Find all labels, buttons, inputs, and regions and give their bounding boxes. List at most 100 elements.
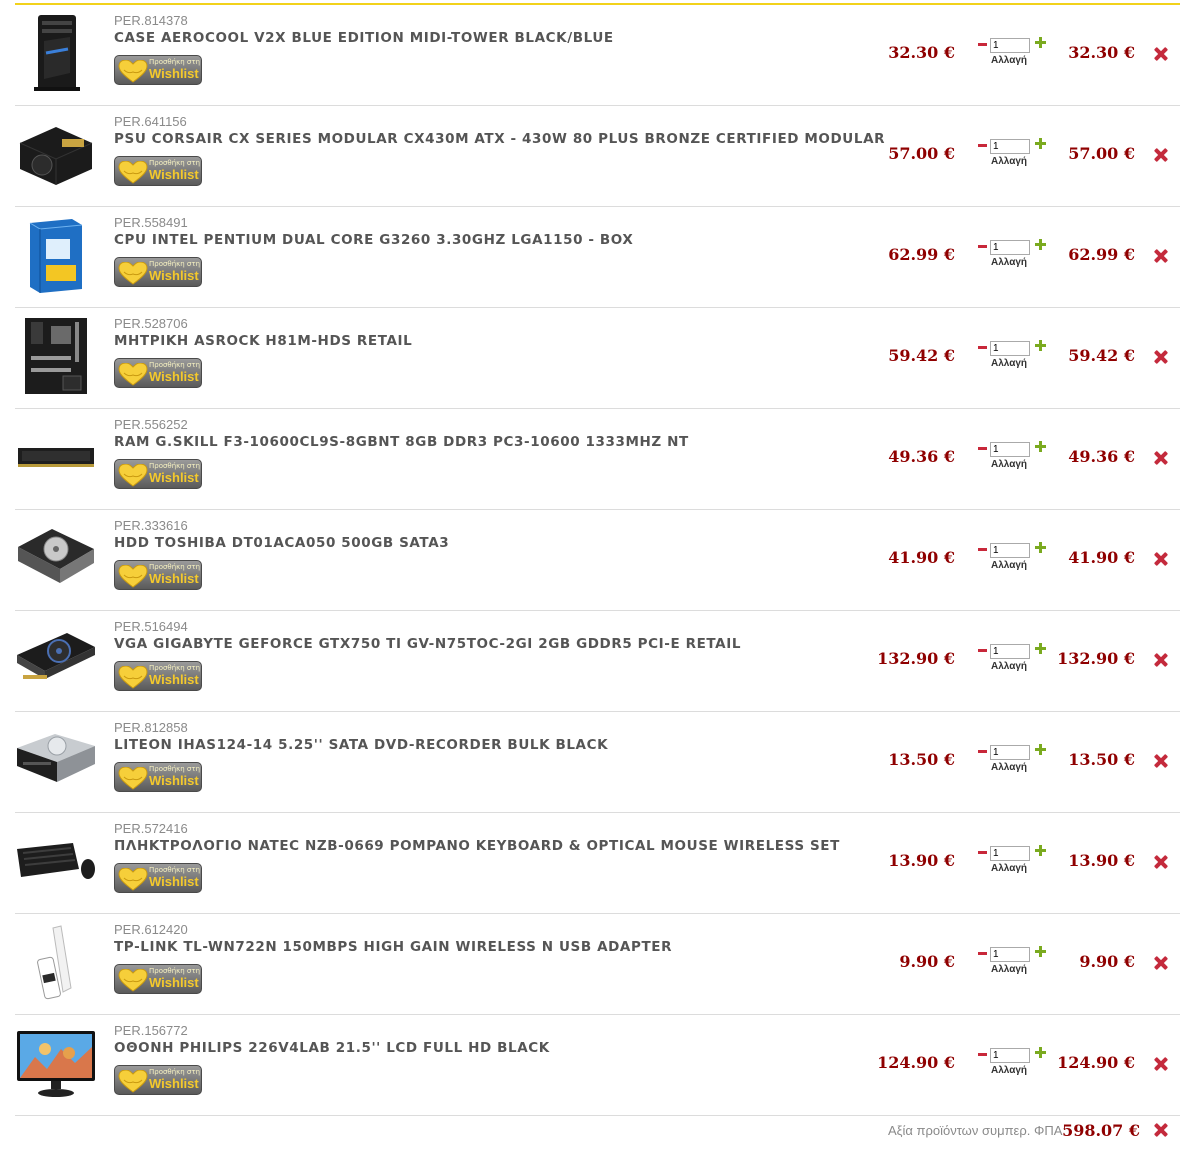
product-name-link[interactable]: VGA GIGABYTE GEFORCE GTX750 TI GV-N75TOC… (114, 636, 741, 652)
cart-row: PER.814378 CASE AEROCOOL V2X BLUE EDITIO… (15, 5, 1180, 106)
decrease-quantity-button[interactable] (977, 945, 987, 959)
product-thumbnail[interactable] (15, 213, 97, 297)
heart-icon (118, 363, 148, 386)
product-name-link[interactable]: PSU CORSAIR CX SERIES MODULAR CX430M ATX… (114, 131, 885, 147)
product-thumbnail[interactable] (15, 718, 97, 802)
product-thumbnail[interactable] (15, 1021, 97, 1105)
product-name-link[interactable]: CPU INTEL PENTIUM DUAL CORE G3260 3.30GH… (114, 232, 633, 248)
remove-item-icon[interactable] (1154, 552, 1168, 566)
summary-label: Αξία προϊόντων συμπερ. ΦΠΑ: (888, 1123, 1066, 1138)
product-thumbnail[interactable] (15, 112, 97, 196)
product-name-link[interactable]: CASE AEROCOOL V2X BLUE EDITION MIDI-TOWE… (114, 30, 614, 46)
decrease-quantity-button[interactable] (977, 238, 987, 252)
add-to-wishlist-button[interactable]: Προσθήκη στη Wishlist (114, 964, 202, 994)
add-to-wishlist-button[interactable]: Προσθήκη στη Wishlist (114, 459, 202, 489)
product-thumbnail[interactable] (15, 516, 97, 600)
product-thumbnail[interactable] (15, 314, 97, 398)
product-thumbnail[interactable] (15, 11, 97, 95)
add-to-wishlist-button[interactable]: Προσθήκη στη Wishlist (114, 358, 202, 388)
product-thumbnail[interactable] (15, 920, 97, 1004)
row-total: 13.90 € (1068, 851, 1135, 870)
decrease-quantity-button[interactable] (977, 137, 987, 151)
add-to-wishlist-button[interactable]: Προσθήκη στη Wishlist (114, 661, 202, 691)
cart-summary: Αξία προϊόντων συμπερ. ΦΠΑ: 598.07 € (15, 1112, 1180, 1148)
summary-total: 598.07 € (1062, 1121, 1140, 1140)
product-name-link[interactable]: ΜΗΤΡΙΚΗ ASROCK H81M-HDS RETAIL (114, 333, 412, 349)
wishlist-small-label: Προσθήκη στη (149, 462, 201, 470)
product-thumbnail[interactable] (15, 617, 97, 701)
cart-row: PER.556252 RAM G.SKILL F3-10600CL9S-8GBN… (15, 409, 1180, 510)
add-to-wishlist-button[interactable]: Προσθήκη στη Wishlist (114, 156, 202, 186)
wishlist-label: Wishlist (149, 571, 199, 586)
unit-price: 132.90 € (877, 649, 955, 668)
remove-item-icon[interactable] (1154, 1057, 1168, 1071)
row-total: 124.90 € (1057, 1053, 1135, 1072)
cart-row: PER.572416 ΠΛΗΚΤΡΟΛΟΓΙΟ NATEC NZB-0669 P… (15, 813, 1180, 914)
cpu-box-icon (29, 219, 83, 293)
wishlist-small-label: Προσθήκη στη (149, 866, 201, 874)
clear-cart-icon[interactable] (1154, 1123, 1168, 1137)
product-code: PER.572416 (114, 821, 188, 836)
product-thumbnail[interactable] (15, 819, 97, 903)
remove-item-icon[interactable] (1154, 451, 1168, 465)
product-name-link[interactable]: ΟΘΟΝΗ PHILIPS 226V4LAB 21.5'' LCD FULL H… (114, 1040, 550, 1056)
cart-row: PER.612420 TP-LINK TL-WN722N 150MBPS HIG… (15, 914, 1180, 1015)
product-code: PER.516494 (114, 619, 188, 634)
usb-wifi-adapter-icon (37, 925, 72, 1000)
cart-row: PER.558491 CPU INTEL PENTIUM DUAL CORE G… (15, 207, 1180, 308)
row-total: 57.00 € (1068, 144, 1135, 163)
row-total: 59.42 € (1068, 346, 1135, 365)
decrease-quantity-button[interactable] (977, 36, 987, 50)
decrease-quantity-button[interactable] (977, 743, 987, 757)
wishlist-label: Wishlist (149, 268, 199, 283)
product-name-link[interactable]: LITEON IHAS124-14 5.25'' SATA DVD-RECORD… (114, 737, 608, 753)
decrease-quantity-button[interactable] (977, 440, 987, 454)
remove-item-icon[interactable] (1154, 653, 1168, 667)
unit-price: 62.99 € (888, 245, 955, 264)
decrease-quantity-button[interactable] (977, 642, 987, 656)
row-total: 32.30 € (1068, 43, 1135, 62)
unit-price: 57.00 € (888, 144, 955, 163)
unit-price: 59.42 € (888, 346, 955, 365)
add-to-wishlist-button[interactable]: Προσθήκη στη Wishlist (114, 863, 202, 893)
add-to-wishlist-button[interactable]: Προσθήκη στη Wishlist (114, 762, 202, 792)
product-thumbnail[interactable] (15, 415, 97, 499)
product-code: PER.156772 (114, 1023, 188, 1038)
product-name-link[interactable]: TP-LINK TL-WN722N 150MBPS HIGH GAIN WIRE… (114, 939, 672, 955)
heart-icon (118, 1070, 148, 1093)
wishlist-label: Wishlist (149, 66, 199, 81)
product-name-link[interactable]: RAM G.SKILL F3-10600CL9S-8GBNT 8GB DDR3 … (114, 434, 689, 450)
unit-price: 124.90 € (877, 1053, 955, 1072)
product-code: PER.641156 (114, 114, 187, 129)
motherboard-icon (25, 318, 87, 394)
product-name-link[interactable]: ΠΛΗΚΤΡΟΛΟΓΙΟ NATEC NZB-0669 POMPANO KEYB… (114, 838, 840, 854)
add-to-wishlist-button[interactable]: Προσθήκη στη Wishlist (114, 560, 202, 590)
decrease-quantity-button[interactable] (977, 844, 987, 858)
wishlist-label: Wishlist (149, 470, 199, 485)
row-total: 13.50 € (1068, 750, 1135, 769)
remove-item-icon[interactable] (1154, 249, 1168, 263)
remove-item-icon[interactable] (1154, 148, 1168, 162)
add-to-wishlist-button[interactable]: Προσθήκη στη Wishlist (114, 257, 202, 287)
heart-icon (118, 666, 148, 689)
wishlist-label: Wishlist (149, 773, 199, 788)
product-name-link[interactable]: HDD TOSHIBA DT01ACA050 500GB SATA3 (114, 535, 449, 551)
add-to-wishlist-button[interactable]: Προσθήκη στη Wishlist (114, 1065, 202, 1095)
wishlist-label: Wishlist (149, 1076, 199, 1091)
remove-item-icon[interactable] (1154, 350, 1168, 364)
cart-row: PER.641156 PSU CORSAIR CX SERIES MODULAR… (15, 106, 1180, 207)
remove-item-icon[interactable] (1154, 754, 1168, 768)
row-total: 132.90 € (1057, 649, 1135, 668)
power-supply-icon (19, 127, 93, 185)
add-to-wishlist-button[interactable]: Προσθήκη στη Wishlist (114, 55, 202, 85)
remove-item-icon[interactable] (1154, 47, 1168, 61)
decrease-quantity-button[interactable] (977, 339, 987, 353)
unit-price: 9.90 € (899, 952, 955, 971)
unit-price: 13.50 € (888, 750, 955, 769)
decrease-quantity-button[interactable] (977, 541, 987, 555)
remove-item-icon[interactable] (1154, 855, 1168, 869)
wishlist-small-label: Προσθήκη στη (149, 1068, 201, 1076)
remove-item-icon[interactable] (1154, 956, 1168, 970)
decrease-quantity-button[interactable] (977, 1046, 987, 1060)
product-code: PER.528706 (114, 316, 188, 331)
